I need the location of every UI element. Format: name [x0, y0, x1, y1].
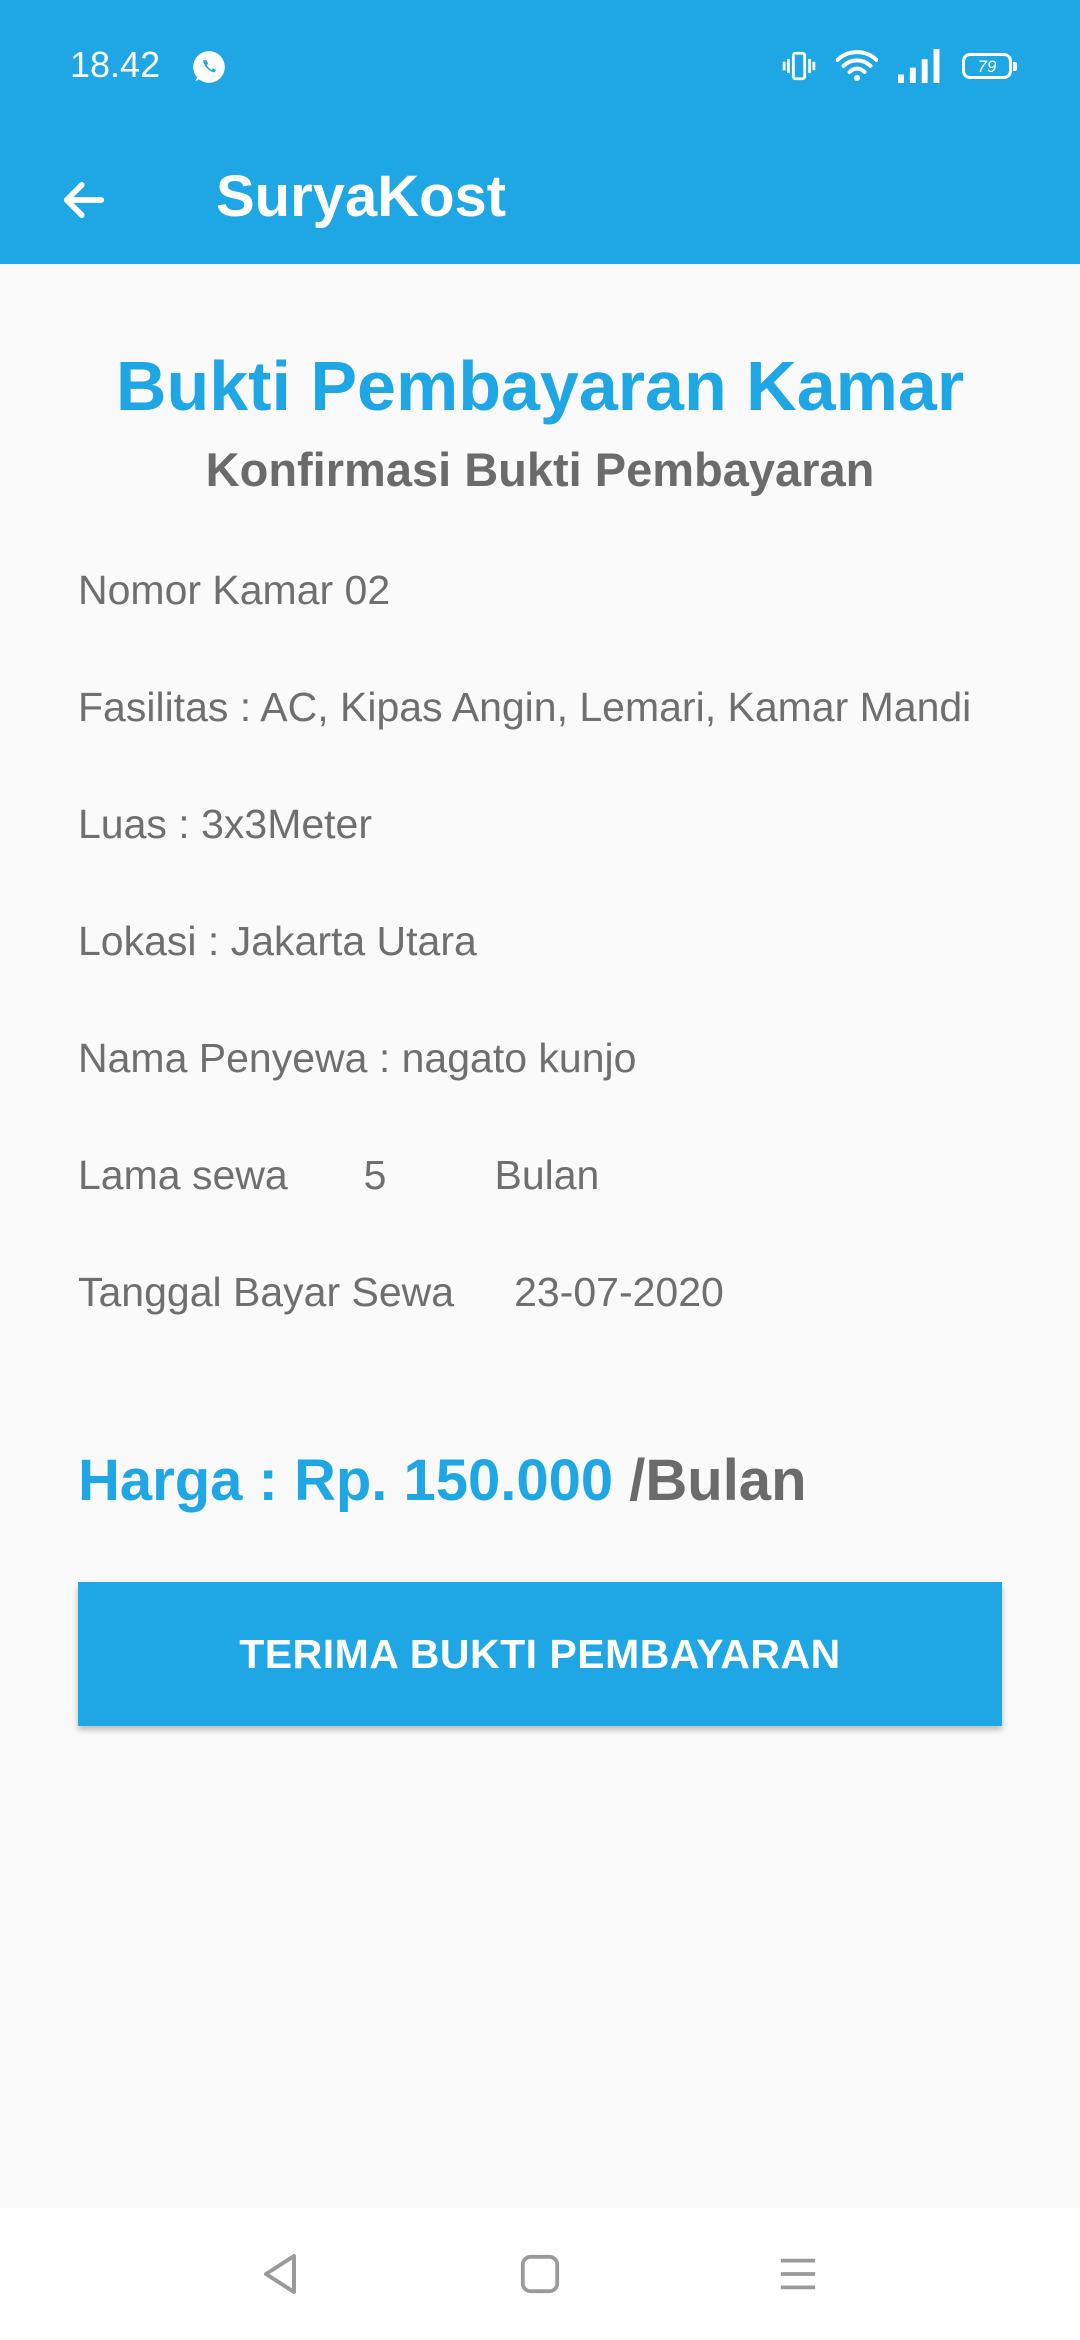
- area-value: 3x3Meter: [201, 801, 373, 847]
- duration-unit: Bulan: [494, 1152, 600, 1198]
- facilities-row: Fasilitas : AC, Kipas Angin, Lemari, Kam…: [78, 683, 971, 732]
- status-icons: 79: [782, 46, 1017, 86]
- price: Harga : Rp. 150.000 /Bulan: [78, 1446, 807, 1516]
- confirm-payment-button[interactable]: TERIMA BUKTI PEMBAYARAN: [78, 1582, 1002, 1726]
- back-triangle-icon: [264, 2254, 296, 2294]
- status-bar: 18.42 79: [0, 0, 1080, 132]
- duration-label: Lama sewa: [78, 1152, 288, 1198]
- room-number: Nomor Kamar 02: [78, 567, 391, 613]
- page-subtitle: Konfirmasi Bukti Pembayaran: [205, 443, 875, 496]
- location-label: Lokasi :: [78, 918, 220, 964]
- tenant-label: Nama Penyewa :: [78, 1035, 391, 1081]
- area-label: Luas :: [78, 801, 190, 847]
- price-unit: /Bulan: [629, 1448, 807, 1513]
- pay-date-label: Tanggal Bayar Sewa: [78, 1269, 455, 1315]
- price-amount: Harga : Rp. 150.000: [78, 1448, 614, 1513]
- duration-row: Lama sewa 5 Bulan: [78, 1151, 599, 1200]
- tenant-value: nagato kunjo: [401, 1035, 637, 1081]
- tenant-row: Nama Penyewa : nagato kunjo: [78, 1034, 636, 1083]
- battery-level: 79: [977, 56, 997, 76]
- pay-date-row: Tanggal Bayar Sewa 23-07-2020: [78, 1268, 724, 1317]
- wifi-icon: [836, 50, 878, 81]
- vibrate-icon: [782, 51, 816, 81]
- nav-back-button[interactable]: [250, 2244, 310, 2304]
- facilities-label: Fasilitas :: [78, 684, 252, 730]
- pay-date-value: 23-07-2020: [514, 1269, 724, 1315]
- signal-icon: [898, 49, 940, 83]
- battery-icon: 79: [962, 53, 1017, 79]
- page-title: Bukti Pembayaran Kamar: [115, 347, 965, 425]
- back-button[interactable]: [48, 164, 120, 236]
- location-value: Jakarta Utara: [230, 918, 477, 964]
- arrow-left-icon: [63, 182, 105, 218]
- app-title: SuryaKost: [216, 164, 507, 229]
- area-row: Luas : 3x3Meter: [78, 800, 372, 849]
- system-nav-bar: [0, 2208, 1080, 2340]
- app-bar: SuryaKost: [0, 132, 1080, 264]
- location-row: Lokasi : Jakarta Utara: [78, 917, 477, 966]
- nav-menu-button[interactable]: [768, 2244, 828, 2304]
- nav-home-button[interactable]: [510, 2244, 570, 2304]
- home-square-icon: [520, 2254, 560, 2294]
- duration-value: 5: [363, 1152, 387, 1198]
- whatsapp-icon: [193, 51, 225, 83]
- status-time: 18.42: [70, 44, 161, 85]
- menu-lines-icon: [780, 2258, 816, 2290]
- facilities-value: AC, Kipas Angin, Lemari, Kamar Mandi: [260, 684, 972, 730]
